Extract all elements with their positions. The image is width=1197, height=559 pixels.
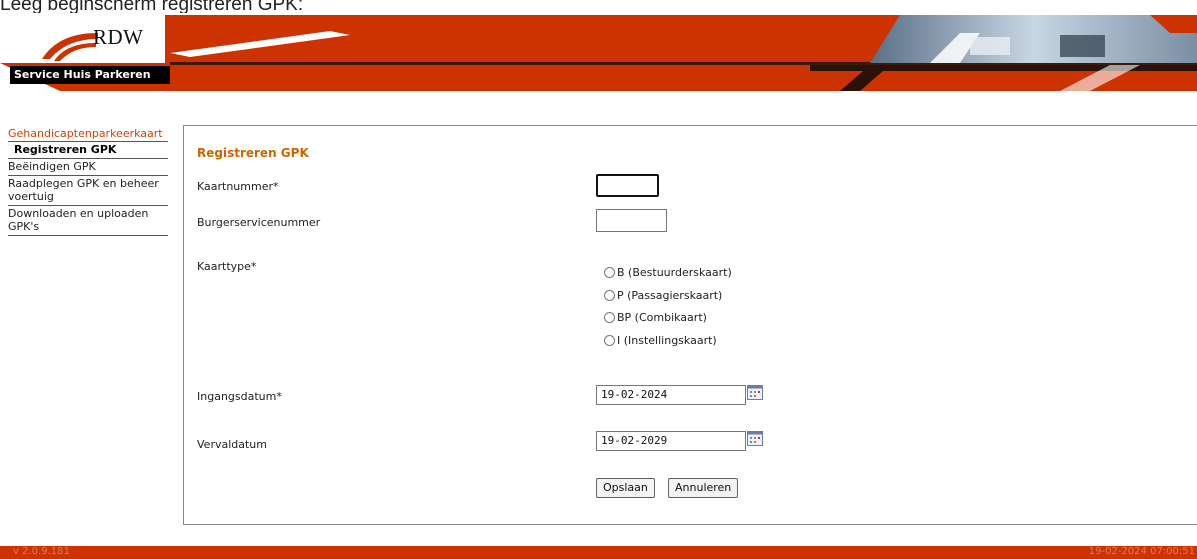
sidebar-item-downloaden[interactable]: Downloaden en uploaden GPK's [8, 206, 168, 236]
calendar-icon[interactable] [747, 385, 763, 400]
kaarttype-option-b[interactable]: B (Bestuurderskaart) [604, 266, 732, 279]
ingangsdatum-input[interactable]: 19-02-2024 [596, 385, 746, 405]
radio-bp[interactable] [604, 312, 615, 323]
save-button[interactable]: Opslaan [596, 478, 655, 498]
main-panel: Registreren GPK Kaartnummer* Burgerservi… [183, 125, 1197, 525]
sidebar-item-raadplegen[interactable]: Raadplegen GPK en beheer voertuig [8, 176, 168, 206]
header-banner: RDW Service Huis Parkeren [0, 13, 1197, 91]
cancel-button[interactable]: Annuleren [668, 478, 739, 498]
radio-p[interactable] [604, 290, 615, 301]
sidebar-item-registreren[interactable]: Registreren GPK [8, 142, 168, 159]
radio-bp-label: BP (Combikaart) [617, 311, 707, 324]
timestamp-text: 19-02-2024 07:00:51 [1088, 546, 1195, 557]
kaarttype-label: Kaarttype* [197, 260, 257, 273]
footer-bar: v 2.0.9.181 19-02-2024 07:00:51 [0, 546, 1197, 559]
calendar-icon[interactable] [747, 431, 763, 446]
radio-i-label: I (Instellingskaart) [617, 334, 717, 347]
kaarttype-option-bp[interactable]: BP (Combikaart) [604, 311, 707, 324]
ingangsdatum-label: Ingangsdatum* [197, 390, 282, 403]
highway-photo [840, 15, 1197, 91]
rdw-logo-icon [42, 33, 98, 61]
vervaldatum-input[interactable]: 19-02-2029 [596, 431, 746, 451]
radio-p-label: P (Passagierskaart) [617, 289, 723, 302]
radio-b-label: B (Bestuurderskaart) [617, 266, 732, 279]
radio-i[interactable] [604, 335, 615, 346]
radio-b[interactable] [604, 267, 615, 278]
sidebar-section-title[interactable]: Gehandicaptenparkeerkaart [8, 125, 168, 142]
service-title: Service Huis Parkeren [10, 66, 170, 84]
kaartnummer-input[interactable] [596, 174, 659, 197]
bsn-label: Burgerservicenummer [197, 216, 321, 229]
kaarttype-option-i[interactable]: I (Instellingskaart) [604, 334, 717, 347]
vervaldatum-label: Vervaldatum [197, 438, 267, 451]
bsn-input[interactable] [596, 209, 667, 232]
kaartnummer-label: Kaartnummer* [197, 180, 279, 193]
sidebar-item-beeindigen[interactable]: Beëindigen GPK [8, 159, 168, 176]
version-text: v 2.0.9.181 [13, 546, 70, 557]
kaarttype-option-p[interactable]: P (Passagierskaart) [604, 289, 722, 302]
page-title: Registreren GPK [197, 146, 309, 160]
rdw-logo-text: RDW [93, 25, 144, 49]
sidebar-nav: Gehandicaptenparkeerkaart Registreren GP… [8, 125, 168, 236]
